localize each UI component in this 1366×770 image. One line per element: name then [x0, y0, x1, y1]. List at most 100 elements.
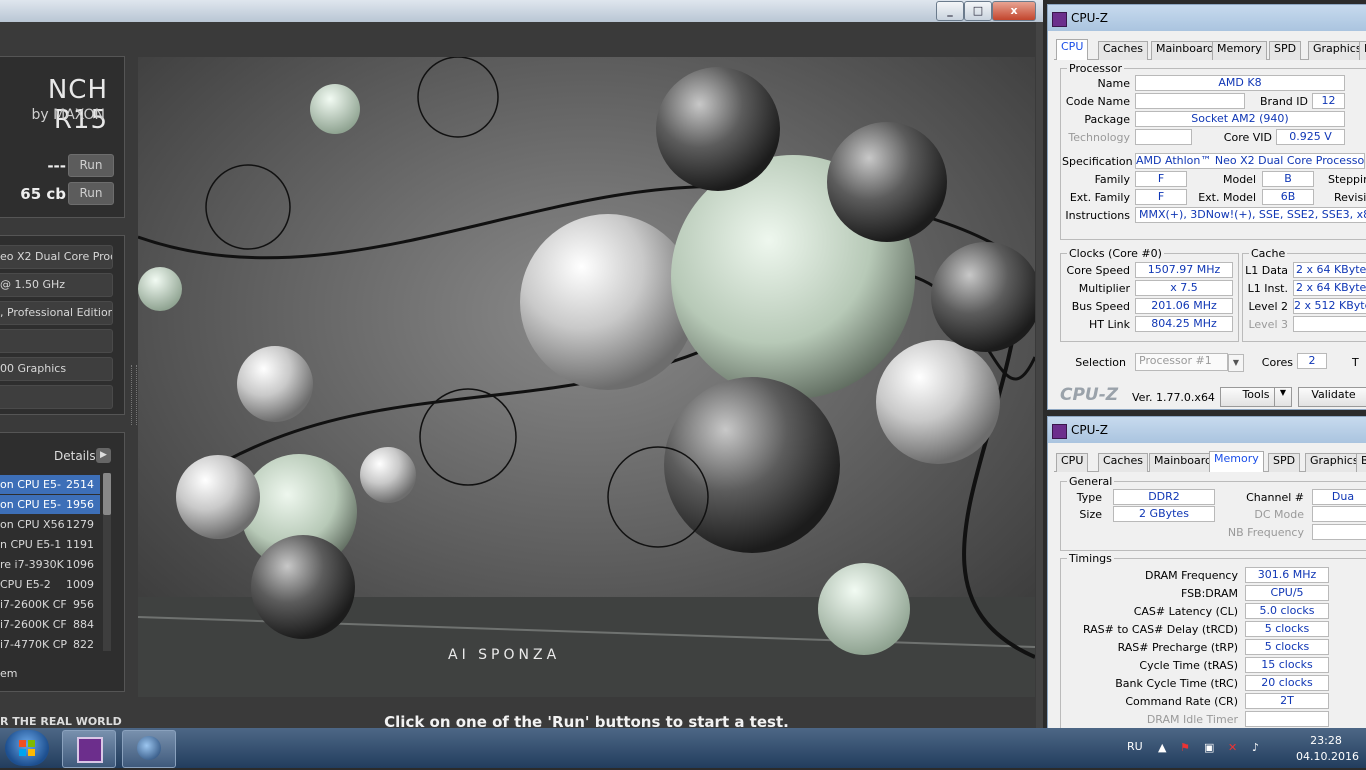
device-icon[interactable]: ▣	[1204, 741, 1214, 754]
cpuz-window-cpu: CPU-Z CPU Caches Mainboard Memory SPD Gr…	[1047, 4, 1366, 410]
ranking-scroll-thumb[interactable]	[103, 473, 111, 515]
technology-value	[1135, 129, 1192, 145]
chevron-down-icon[interactable]: ▼	[1228, 354, 1244, 372]
size-value: 2 GBytes	[1113, 506, 1215, 522]
ranking-row[interactable]: i7-2600K CF 956	[0, 595, 100, 614]
opengl-score: ---	[47, 157, 66, 175]
tab-cpu[interactable]: CPU	[1056, 39, 1089, 60]
taskbar-cpuz-button[interactable]	[62, 730, 116, 768]
ranking-row[interactable]: i7-4770K CP 822	[0, 635, 100, 654]
timing-value: 5.0 clocks	[1245, 603, 1329, 619]
tab-caches[interactable]: Caches	[1098, 41, 1148, 60]
close-button[interactable]: x	[992, 1, 1036, 21]
start-button[interactable]	[5, 730, 49, 766]
extfamily-label: Ext. Family	[1069, 191, 1130, 204]
ranking-scrollbar[interactable]	[103, 473, 111, 651]
cpuz-app-icon	[77, 737, 103, 763]
processor-group-label: Processor	[1067, 62, 1124, 75]
ranking-name: i7-4770K CP	[0, 638, 68, 651]
timing-label: DRAM Idle Timer	[1146, 713, 1238, 726]
minimize-button[interactable]: _	[936, 1, 964, 21]
ranking-score: 1191	[66, 538, 94, 551]
ranking-row[interactable]: on CPU X56 1279	[0, 515, 100, 534]
ranking-score: 956	[73, 598, 94, 611]
htlink-label: HT Link	[1088, 318, 1130, 331]
tab-memory[interactable]: Memory	[1212, 41, 1267, 60]
language-indicator[interactable]: RU	[1127, 740, 1143, 753]
family-label: Family	[1094, 173, 1130, 186]
spec-value: AMD Athlon™ Neo X2 Dual Core Processor	[1135, 153, 1365, 169]
validate-button[interactable]: Validate	[1298, 387, 1366, 407]
ranking-row[interactable]: i7-2600K CF 884	[0, 615, 100, 634]
tab-memory[interactable]: Memory	[1209, 451, 1264, 472]
ranking-row[interactable]: CPU E5-2 1009	[0, 575, 100, 594]
ranking-name: on CPU E5-	[0, 478, 61, 491]
instructions-value: MMX(+), 3DNow!(+), SSE, SSE2, SSE3, x86-…	[1135, 207, 1366, 223]
volume-icon[interactable]: ♪	[1252, 741, 1259, 754]
action-center-icon[interactable]: ⚑	[1180, 741, 1190, 754]
opengl-run-button[interactable]: Run	[68, 154, 114, 177]
level2-label: Level 2	[1248, 300, 1288, 313]
cpuz-titlebar: CPU-Z	[1048, 5, 1366, 31]
tab-graphics[interactable]: Graphics	[1305, 453, 1364, 472]
ranking-name: re i7-3930K	[0, 558, 64, 571]
tab-mainboard[interactable]: Mainboard	[1149, 453, 1218, 472]
tab-cpu[interactable]: CPU	[1056, 453, 1089, 472]
ranking-row[interactable]: on CPU E5- 1956	[0, 495, 100, 514]
tab-caches[interactable]: Caches	[1098, 453, 1148, 472]
tools-dropdown-icon[interactable]: ▼	[1274, 387, 1292, 407]
level3-label: Level 3	[1248, 318, 1288, 331]
cpuz-tabs: CPU Caches Mainboard Memory SPD Graphics…	[1054, 451, 1366, 472]
taskbar-cinebench-button[interactable]	[122, 730, 176, 768]
extfamily-value: F	[1135, 189, 1187, 205]
timing-label: FSB:DRAM	[1180, 587, 1238, 600]
instructions-label: Instructions	[1065, 209, 1130, 222]
taskbar: RU ▲ ⚑ ▣ ✕ ♪ 23:28 04.10.2016	[0, 728, 1366, 768]
show-hidden-icons-icon[interactable]: ▲	[1158, 741, 1166, 754]
multiplier-label: Multiplier	[1078, 282, 1130, 295]
cpuz-app-icon	[1052, 12, 1067, 27]
tab-spd[interactable]: SPD	[1269, 41, 1302, 60]
corespeed-label: Core Speed	[1066, 264, 1130, 277]
timings-group-label: Timings	[1067, 552, 1114, 565]
selection-dropdown[interactable]: Processor #1	[1135, 353, 1228, 371]
spec-label: Specification	[1062, 155, 1133, 168]
ranking-row[interactable]: n CPU E5-1 1191	[0, 535, 100, 554]
corevid-value: 0.925 V	[1276, 129, 1345, 145]
network-icon[interactable]: ✕	[1228, 741, 1237, 754]
tab-spd[interactable]: SPD	[1268, 453, 1301, 472]
info-cb-version	[0, 329, 113, 353]
ranking-name: i7-2600K CF	[0, 598, 67, 611]
info-os: , Professional Editior	[0, 301, 113, 325]
dcmode-label: DC Mode	[1254, 508, 1304, 521]
clock-time[interactable]: 23:28	[1296, 734, 1356, 747]
tab-bench[interactable]: Be	[1359, 41, 1366, 60]
tab-bench[interactable]: Be	[1356, 453, 1366, 472]
ranking-panel: Details ▶ on CPU E5- 2514 on CPU E5- 1956 …	[0, 432, 125, 692]
ranking-row[interactable]: re i7-3930K 1096	[0, 555, 100, 574]
multiplier-value: x 7.5	[1135, 280, 1233, 296]
cpu-run-button[interactable]: Run	[68, 182, 114, 205]
timing-value: 15 clocks	[1245, 657, 1329, 673]
details-button[interactable]: ▶	[96, 448, 111, 463]
l1inst-label: L1 Inst.	[1247, 282, 1288, 295]
extmodel-value: 6B	[1262, 189, 1314, 205]
tab-graphics[interactable]: Graphics	[1308, 41, 1366, 60]
cinebench-scrollbar[interactable]	[1036, 22, 1043, 732]
tab-mainboard[interactable]: Mainboard	[1151, 41, 1220, 60]
busspeed-label: Bus Speed	[1071, 300, 1130, 313]
panel-splitter[interactable]	[131, 365, 137, 425]
clock-date[interactable]: 04.10.2016	[1296, 750, 1359, 763]
ranking-row[interactable]: on CPU E5- 2514	[0, 475, 100, 494]
cpuz-titlebar: CPU-Z	[1048, 417, 1366, 443]
family-value: F	[1135, 171, 1187, 187]
cinebench-app-icon	[137, 736, 161, 760]
cpuz-version: Ver. 1.77.0.x64	[1132, 391, 1215, 404]
cpuz-window-memory: CPU-Z CPU Caches Mainboard Memory SPD Gr…	[1047, 416, 1366, 735]
render-watermark: AI SPONZA	[448, 647, 561, 663]
ranking-score: 1096	[66, 558, 94, 571]
maximize-button[interactable]: □	[964, 1, 992, 21]
ranking-name: on CPU X56	[0, 518, 65, 531]
timing-label: Cycle Time (tRAS)	[1139, 659, 1238, 672]
stepping-label: Steppin	[1328, 173, 1366, 186]
